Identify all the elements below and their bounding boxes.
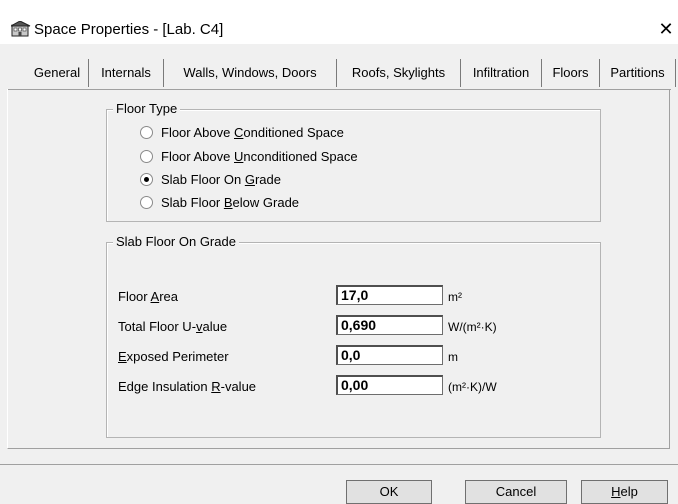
edge-insulation-unit: (m²·K)/W xyxy=(448,380,497,394)
edge-insulation-label: Edge Insulation R-value xyxy=(118,379,257,394)
tab-general[interactable]: General xyxy=(26,59,89,87)
floor-area-label: Floor Area xyxy=(118,289,178,304)
radio-button[interactable] xyxy=(140,150,153,164)
floor-type-legend: Floor Type xyxy=(113,101,181,117)
radio-slab-floor-on-grade[interactable]: Slab Floor On Grade xyxy=(140,170,281,190)
tab-strip: General Internals Walls, Windows, Doors … xyxy=(0,59,678,89)
u-value-input[interactable]: 0,690 xyxy=(336,315,443,335)
title-bar: Space Properties - [Lab. C4] ✕ xyxy=(0,0,678,44)
tab-partitions[interactable]: Partitions xyxy=(600,59,676,87)
radio-button[interactable] xyxy=(140,126,153,140)
edge-insulation-input[interactable]: 0,00 xyxy=(336,375,443,395)
radio-floor-above-unconditioned[interactable]: Floor Above Unconditioned Space xyxy=(140,147,358,167)
help-button[interactable]: Help xyxy=(581,480,668,504)
radio-button-selected[interactable] xyxy=(140,173,153,187)
tab-roofs-skylights[interactable]: Roofs, Skylights xyxy=(337,59,461,87)
exposed-perimeter-input[interactable]: 0,0 xyxy=(336,345,443,365)
tab-infiltration[interactable]: Infiltration xyxy=(461,59,542,87)
cancel-button[interactable]: Cancel xyxy=(465,480,567,504)
close-icon[interactable]: ✕ xyxy=(655,18,677,40)
tab-walls-windows-doors[interactable]: Walls, Windows, Doors xyxy=(164,59,337,87)
floors-tab-panel: Floor Type Floor Above Conditioned Space… xyxy=(7,89,670,449)
exposed-perimeter-label: Exposed Perimeter xyxy=(118,349,229,364)
floor-type-group: Floor Type Floor Above Conditioned Space… xyxy=(106,101,601,222)
ok-button[interactable]: OK xyxy=(346,480,432,504)
slab-floor-group: Slab Floor On Grade Floor Area 17,0 m² T… xyxy=(106,234,601,438)
radio-button[interactable] xyxy=(140,196,153,210)
radio-label: Slab Floor Below Grade xyxy=(161,195,300,210)
tab-internals[interactable]: Internals xyxy=(89,59,164,87)
floor-area-input[interactable]: 17,0 xyxy=(336,285,443,305)
radio-label: Floor Above Unconditioned Space xyxy=(161,149,358,164)
tab-floors[interactable]: Floors xyxy=(542,59,600,87)
window-title: Space Properties - [Lab. C4] xyxy=(34,21,224,38)
u-value-unit: W/(m²·K) xyxy=(448,320,497,334)
radio-label: Slab Floor On Grade xyxy=(161,172,281,187)
exposed-perimeter-unit: m xyxy=(448,350,458,364)
building-icon xyxy=(11,21,31,37)
radio-slab-floor-below-grade[interactable]: Slab Floor Below Grade xyxy=(140,193,299,213)
footer-separator xyxy=(0,464,678,465)
slab-floor-legend: Slab Floor On Grade xyxy=(113,234,239,250)
u-value-label: Total Floor U-value xyxy=(118,319,228,334)
radio-label: Floor Above Conditioned Space xyxy=(161,125,344,140)
radio-floor-above-conditioned[interactable]: Floor Above Conditioned Space xyxy=(140,123,344,143)
floor-area-unit: m² xyxy=(448,290,462,304)
